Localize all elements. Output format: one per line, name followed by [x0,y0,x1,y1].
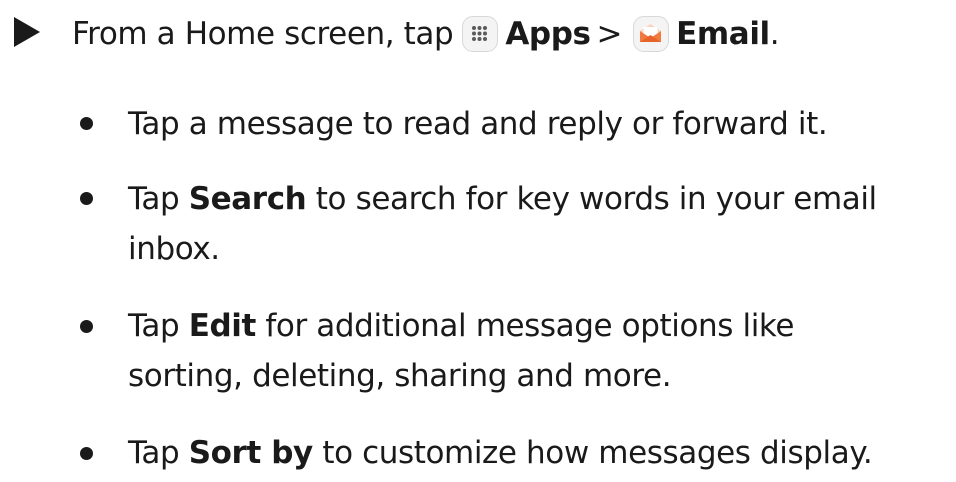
apps-label: Apps [505,16,591,52]
bullet-line: Tap Sort by to customize how messages di… [128,428,950,478]
bullet-text-pre: Tap [128,435,189,471]
bullet-dot [80,447,93,460]
bullet-line-continued: sorting, deleting, sharing and more. [128,358,672,394]
bullet-line: Tap Edit for additional message options … [128,301,950,351]
bullet-dot [80,192,93,205]
step-suffix: . [769,16,780,52]
bullet-line-continued: inbox. [128,231,220,267]
bullet-text-pre: Tap a message to read and reply or forwa… [128,106,828,142]
instruction-page: From a Home screen, tap Apps > Email . T… [0,0,956,482]
bullet-bold: Sort by [188,435,314,471]
step-text: From a Home screen, tap Apps > Email . [72,14,780,54]
bullet-text-post: to customize how messages display. [312,435,873,471]
bullet-line: Tap a message to read and reply or forwa… [128,99,950,149]
bullet-text-pre: Tap [128,181,189,217]
bullet-text-pre: Tap [128,308,189,344]
instruction-step: From a Home screen, tap Apps > Email . [0,0,956,70]
step-prefix: From a Home screen, tap [72,16,454,52]
bullet-dot [80,117,93,130]
bullet-text: Tap Edit for additional message options … [128,301,950,401]
email-label: Email [676,16,770,52]
bullet-dot [80,320,93,333]
email-envelope-icon [633,16,670,52]
bullet-text: Tap Search to search for key words in yo… [128,174,950,274]
apps-grid-icon [462,16,499,52]
step-arrow-icon [14,17,40,47]
bullet-bold: Edit [188,308,257,344]
bullet-text: Tap a message to read and reply or forwa… [128,99,950,149]
bullet-text-post: for additional message options like [255,308,795,344]
bullet-line: Tap Search to search for key words in yo… [128,174,950,224]
chevron-separator: > [596,16,623,52]
bullet-bold: Search [188,181,307,217]
bullet-text: Tap Sort by to customize how messages di… [128,428,950,478]
bullet-text-post: to search for key words in your email [306,181,877,217]
